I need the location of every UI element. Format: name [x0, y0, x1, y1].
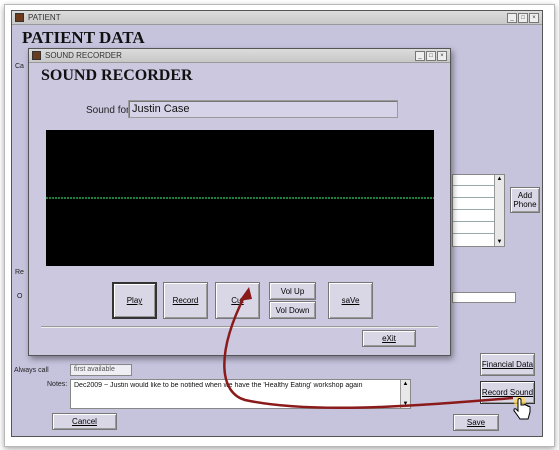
notes-textarea[interactable]: Dec2009 ~ Justin would like to be notifi…: [70, 379, 411, 409]
sound-for-value: Justin Case: [132, 103, 190, 115]
patient-titlebar: PATIENT _ □ ×: [12, 11, 542, 25]
app-icon: [32, 51, 41, 60]
patient-heading: PATIENT DATA: [22, 28, 145, 47]
always-call-field[interactable]: first available: [70, 364, 132, 376]
notes-scrollbar[interactable]: ▲ ▼: [400, 380, 410, 408]
left-edge-label: O: [17, 293, 23, 300]
notes-label: Notes:: [47, 381, 68, 388]
sound-recorder-window: SOUND RECORDER _ □ × SOUND RECORDER Soun…: [28, 48, 451, 356]
left-edge-label: Re: [15, 269, 24, 276]
window-controls: _ □ ×: [415, 51, 447, 61]
notes-text: Dec2009 ~ Justin would like to be notifi…: [74, 382, 363, 389]
hand-cursor-icon: [513, 397, 531, 420]
recorder-divider: [41, 326, 438, 328]
minimize-icon[interactable]: _: [415, 51, 425, 61]
patient-window-title: PATIENT: [28, 13, 61, 22]
window-controls: _ □ ×: [507, 13, 539, 23]
close-icon[interactable]: ×: [529, 13, 539, 23]
scroll-down-icon[interactable]: ▼: [495, 238, 504, 246]
minimize-icon[interactable]: _: [507, 13, 517, 23]
waveform-graph: [46, 197, 434, 199]
maximize-icon[interactable]: □: [426, 51, 436, 61]
scroll-up-icon[interactable]: ▲: [495, 175, 504, 183]
financial-data-button[interactable]: Financial Data: [480, 353, 535, 376]
maximize-icon[interactable]: □: [518, 13, 528, 23]
vol-up-button[interactable]: Vol Up: [269, 282, 316, 300]
sound-for-label: Sound for: [86, 105, 130, 116]
always-call-label: Always call: [14, 367, 49, 374]
sound-for-field[interactable]: Justin Case: [128, 100, 398, 118]
save-sound-button[interactable]: saVe: [328, 282, 373, 319]
cancel-button[interactable]: Cancel: [52, 413, 117, 430]
patient-field[interactable]: [452, 292, 516, 303]
add-phone-button[interactable]: Add Phone: [510, 187, 540, 213]
scroll-up-icon[interactable]: ▲: [401, 380, 410, 388]
left-edge-label: Ca: [15, 63, 24, 70]
cut-button[interactable]: Cut: [215, 282, 260, 319]
recorder-heading: SOUND RECORDER: [41, 67, 193, 84]
vol-down-button[interactable]: Vol Down: [269, 301, 316, 319]
screenshot-frame: PATIENT _ □ × PATIENT DATA Ca Re O ▲ ▼ A…: [4, 4, 555, 447]
phone-list[interactable]: ▲ ▼: [452, 174, 505, 247]
save-button[interactable]: Save: [453, 414, 499, 431]
phone-list-scrollbar[interactable]: ▲ ▼: [494, 175, 504, 246]
waveform-display: [46, 130, 434, 266]
recorder-titlebar: SOUND RECORDER _ □ ×: [29, 49, 450, 63]
recorder-window-title: SOUND RECORDER: [45, 51, 122, 60]
app-icon: [15, 13, 24, 22]
play-button[interactable]: Play: [112, 282, 157, 319]
close-icon[interactable]: ×: [437, 51, 447, 61]
record-button[interactable]: Record: [163, 282, 208, 319]
scroll-down-icon[interactable]: ▼: [401, 400, 410, 408]
exit-button[interactable]: eXit: [362, 330, 416, 347]
